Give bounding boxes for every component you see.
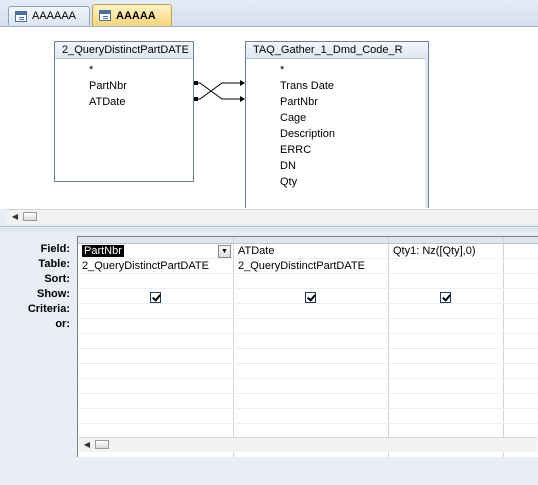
grid-row-line [78,393,538,394]
sort-cell[interactable] [234,274,388,289]
join-line-partnbr [194,82,240,100]
query-grid-area: Field: Table: Sort: Show: Criteria: or: … [0,232,538,485]
show-checkbox[interactable] [150,292,161,303]
field-list-item[interactable]: DN [246,158,428,174]
table-cell[interactable] [389,259,503,274]
grid-row-line [78,348,538,349]
row-label-criteria: Criteria: [27,303,70,315]
tab-aaaaaa[interactable]: AAAAAA [8,6,90,25]
table-box-query-distinct[interactable]: 2_QueryDistinctPartDATE * PartNbr ATDate [54,41,194,182]
design-grid[interactable]: PartNbr ▼ 2_QueryDistinctPartDATE ATDate… [77,236,538,457]
grid-row-line [78,378,538,379]
column-selector[interactable] [504,237,538,244]
row-labels: Field: Table: Sort: Show: Criteria: or: [0,242,72,332]
chevron-down-icon[interactable]: ▼ [218,245,231,258]
join-line-atdate [194,82,240,100]
sort-cell[interactable] [389,274,503,289]
show-checkbox[interactable] [440,292,451,303]
table-title[interactable]: 2_QueryDistinctPartDATE [55,42,193,59]
field-list-item[interactable]: Cage [246,110,428,126]
grid-row-line [78,363,538,364]
arrow-left-icon[interactable]: ◀ [81,439,93,450]
sort-cell[interactable] [78,274,233,289]
join-end-marker [194,97,198,101]
row-label-show: Show: [37,288,70,300]
field-list-item[interactable]: Qty [246,174,428,190]
document-tab-strip: AAAAAA AAAAA [0,0,538,27]
query-icon [99,10,111,21]
field-list-item[interactable]: ERRC [246,142,428,158]
join-end-marker [194,81,198,85]
field-list-item[interactable]: * [55,62,193,78]
table-box-taq-gather[interactable]: TAQ_Gather_1_Dmd_Code_R * Trans Date Par… [245,41,429,208]
field-list-item[interactable]: * [246,62,428,78]
field-cell[interactable]: ATDate [234,244,388,259]
arrow-left-icon[interactable]: ◀ [9,211,21,222]
grid-row-line [78,423,538,424]
grid-row-line [78,318,538,319]
tab-label: AAAAAA [32,10,77,22]
field-list-item[interactable]: Description [246,126,428,142]
field-cell[interactable]: PartNbr [78,244,218,259]
row-label-sort: Sort: [44,273,70,285]
table-cell[interactable]: 2_QueryDistinctPartDATE [234,259,388,274]
query-icon [15,10,27,22]
grid-row-line [78,333,538,334]
field-list-item[interactable]: Trans Date [246,78,428,94]
tab-label: AAAAA [116,9,156,22]
row-label-field: Field: [40,243,70,255]
show-checkbox[interactable] [305,292,316,303]
scroll-thumb[interactable] [95,440,109,449]
table-title[interactable]: TAQ_Gather_1_Dmd_Code_R [246,42,428,59]
field-list-item[interactable]: ATDate [55,94,193,110]
field-cell[interactable]: Qty1: Nz([Qty],0) [389,244,503,259]
field-value[interactable]: PartNbr [82,245,124,257]
vertical-scrollbar[interactable] [425,58,428,208]
scroll-thumb[interactable] [23,212,37,221]
grid-row-line [78,303,538,304]
row-label-or: or: [55,318,70,330]
tab-aaaaa[interactable]: AAAAA [92,4,172,26]
table-cell[interactable]: 2_QueryDistinctPartDATE [78,259,233,274]
field-list-item[interactable]: PartNbr [246,94,428,110]
field-list-item[interactable]: PartNbr [55,78,193,94]
grid-horizontal-scrollbar[interactable]: ◀ [79,437,537,452]
grid-row-line [78,408,538,409]
row-label-table: Table: [38,258,70,270]
query-design-pane: 2_QueryDistinctPartDATE * PartNbr ATDate… [0,27,538,209]
design-horizontal-scrollbar[interactable]: ◀ [7,209,538,224]
